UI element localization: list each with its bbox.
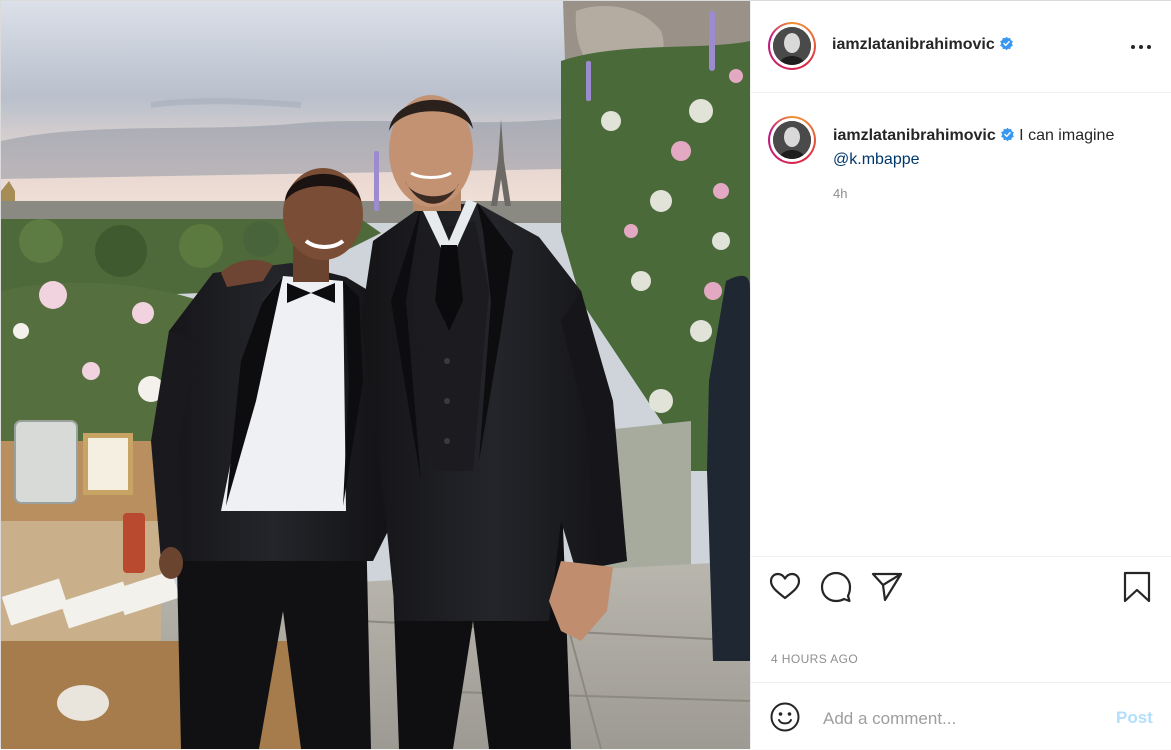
caption-text-block: iamzlatanibrahimovic I can imagine @k.mb… xyxy=(833,124,1153,172)
avatar[interactable] xyxy=(768,22,816,70)
post-comment-button[interactable]: Post xyxy=(1116,708,1153,728)
caption-username-link[interactable]: iamzlatanibrahimovic xyxy=(833,127,996,144)
comment-input[interactable] xyxy=(821,703,1105,735)
action-bar xyxy=(751,556,1171,617)
username-link[interactable]: iamzlatanibrahimovic xyxy=(832,36,995,53)
caption-avatar[interactable] xyxy=(768,116,816,164)
post-timestamp[interactable]: 4 HOURS AGO xyxy=(771,652,858,666)
mention-link[interactable]: @k.mbappe xyxy=(833,151,920,168)
caption-text: I can imagine xyxy=(1019,127,1115,144)
avatar-image xyxy=(773,27,811,65)
add-comment-bar: Post xyxy=(751,682,1171,750)
post-side-panel: iamzlatanibrahimovic iamzlatanibrahimovi… xyxy=(750,1,1171,749)
avatar-image xyxy=(773,121,811,159)
heart-icon[interactable] xyxy=(768,570,802,604)
caption-time[interactable]: 4h xyxy=(833,186,847,201)
post-header: iamzlatanibrahimovic xyxy=(751,1,1171,93)
verified-badge-icon xyxy=(999,36,1013,51)
verified-badge-icon xyxy=(1000,127,1014,142)
comment-icon[interactable] xyxy=(819,570,853,604)
smiley-icon[interactable] xyxy=(769,701,801,733)
more-options-icon[interactable] xyxy=(1121,35,1161,59)
bookmark-icon[interactable] xyxy=(1120,570,1154,604)
paper-plane-icon[interactable] xyxy=(870,570,904,604)
post-photo[interactable] xyxy=(1,1,750,749)
instagram-post: iamzlatanibrahimovic iamzlatanibrahimovi… xyxy=(0,0,1171,749)
